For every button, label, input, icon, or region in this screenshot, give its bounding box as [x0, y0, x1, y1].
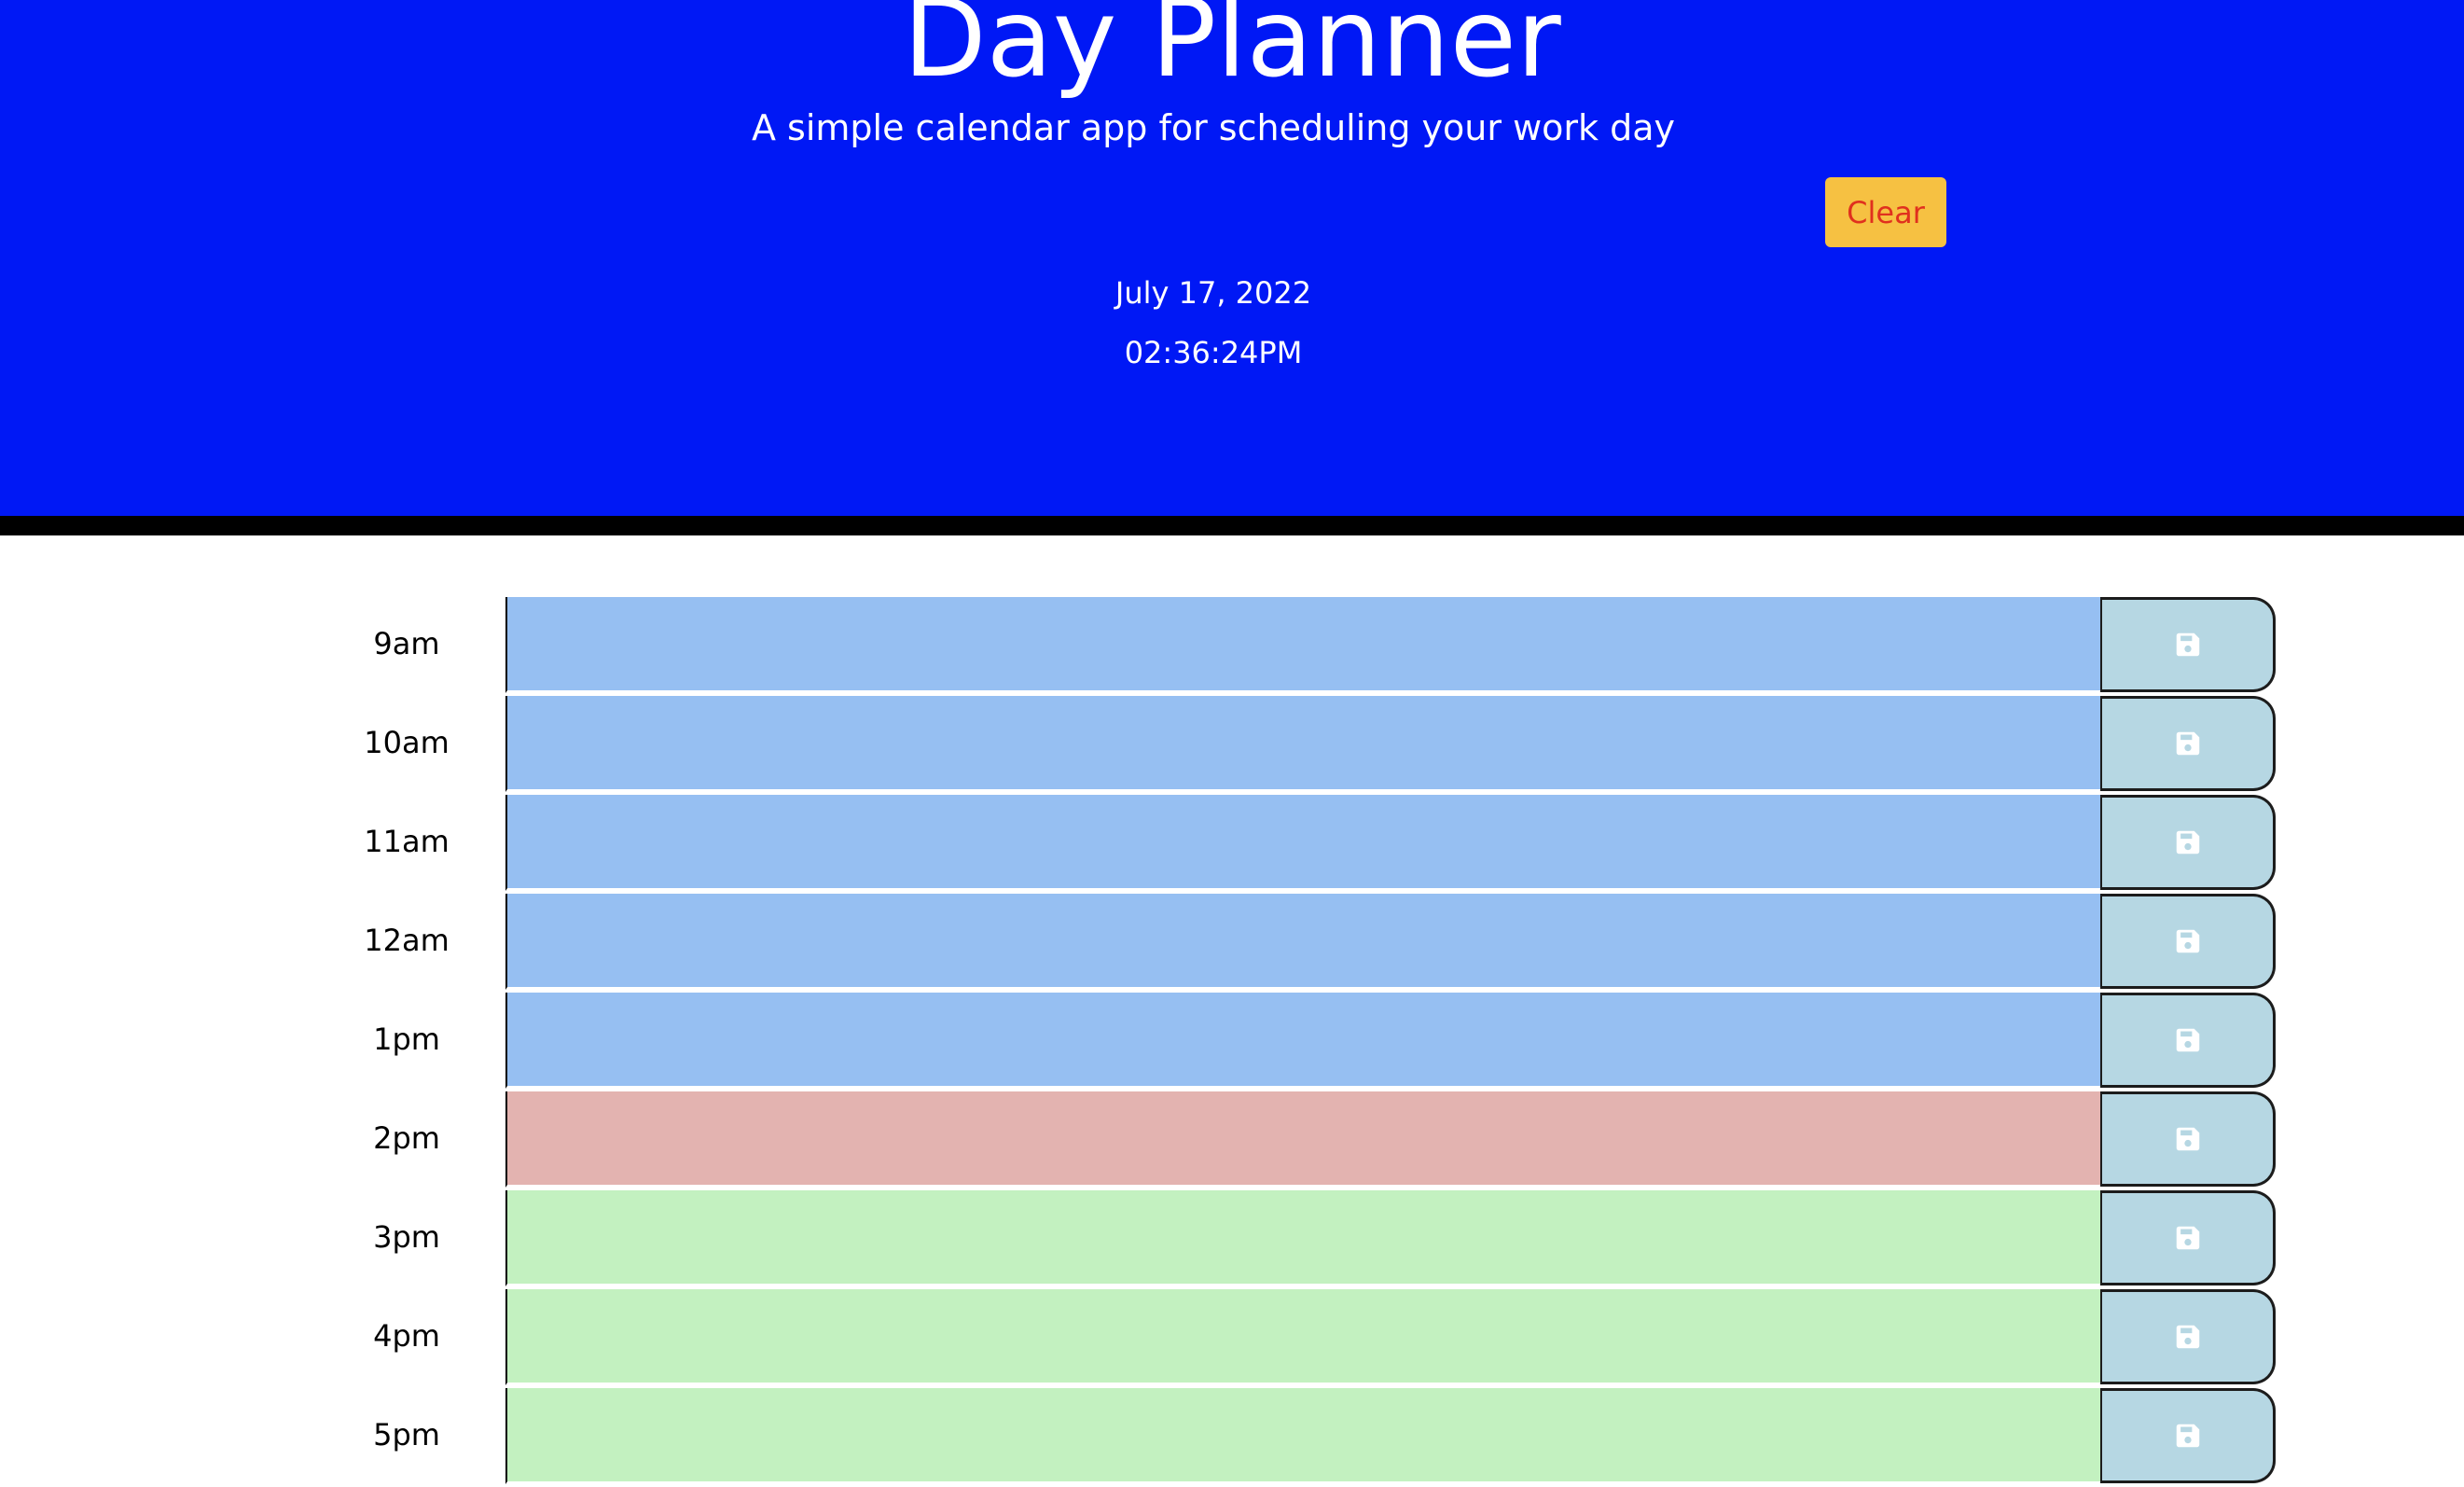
- time-block-row: 5pm: [308, 1388, 2277, 1487]
- page-header: Day Planner A simple calendar app for sc…: [0, 0, 2464, 535]
- time-block-row: 4pm: [308, 1289, 2277, 1388]
- save-button[interactable]: [2100, 1190, 2276, 1285]
- event-description-input[interactable]: [505, 1091, 2100, 1188]
- current-date: July 17, 2022: [1114, 275, 1312, 311]
- save-button[interactable]: [2100, 1289, 2276, 1384]
- time-block-row: 10am: [308, 696, 2277, 795]
- time-block-row: 12am: [308, 894, 2277, 993]
- hour-label: 4pm: [373, 1318, 440, 1354]
- floppy-disk-icon: [2176, 731, 2199, 756]
- event-description-input[interactable]: [505, 1388, 2100, 1484]
- event-description-input[interactable]: [505, 795, 2100, 891]
- time-block-row: 1pm: [308, 993, 2277, 1091]
- event-description-input[interactable]: [505, 1289, 2100, 1385]
- event-description-input[interactable]: [505, 696, 2100, 792]
- hour-label: 1pm: [373, 1021, 440, 1057]
- hour-label: 3pm: [373, 1219, 440, 1255]
- clear-button[interactable]: Clear: [1825, 177, 1946, 247]
- hour-label: 5pm: [373, 1417, 440, 1452]
- save-button[interactable]: [2100, 597, 2276, 692]
- time-block-row: 3pm: [308, 1190, 2277, 1289]
- save-button[interactable]: [2100, 1091, 2276, 1187]
- event-description-input[interactable]: [505, 894, 2100, 990]
- event-description-input[interactable]: [505, 993, 2100, 1089]
- current-time: 02:36:24PM: [1124, 335, 1303, 370]
- save-button[interactable]: [2100, 795, 2276, 890]
- floppy-disk-icon: [2176, 1127, 2199, 1151]
- save-button[interactable]: [2100, 894, 2276, 989]
- hour-label: 9am: [373, 626, 440, 661]
- save-button[interactable]: [2100, 1388, 2276, 1483]
- event-description-input[interactable]: [505, 597, 2100, 693]
- time-block-row: 2pm: [308, 1091, 2277, 1190]
- floppy-disk-icon: [2176, 1424, 2199, 1448]
- event-description-input[interactable]: [505, 1190, 2100, 1286]
- floppy-disk-icon: [2176, 1028, 2199, 1052]
- time-block-row: 9am: [308, 597, 2277, 696]
- hour-label: 11am: [364, 824, 450, 859]
- page-subtitle: A simple calendar app for scheduling you…: [751, 107, 1676, 148]
- floppy-disk-icon: [2176, 1325, 2199, 1349]
- floppy-disk-icon: [2176, 830, 2199, 855]
- floppy-disk-icon: [2176, 1226, 2199, 1250]
- save-button[interactable]: [2100, 993, 2276, 1088]
- hour-label: 10am: [364, 725, 450, 760]
- floppy-disk-icon: [2176, 929, 2199, 953]
- save-button[interactable]: [2100, 696, 2276, 791]
- time-block-row: 11am: [308, 795, 2277, 894]
- floppy-disk-icon: [2176, 632, 2199, 657]
- time-block-list: 9am 10am 11am 12am 1pm 2pm 3pm 4pm 5pm: [308, 597, 2277, 1487]
- hour-label: 2pm: [373, 1120, 440, 1156]
- hour-label: 12am: [364, 923, 450, 958]
- page-title: Day Planner: [903, 0, 1561, 102]
